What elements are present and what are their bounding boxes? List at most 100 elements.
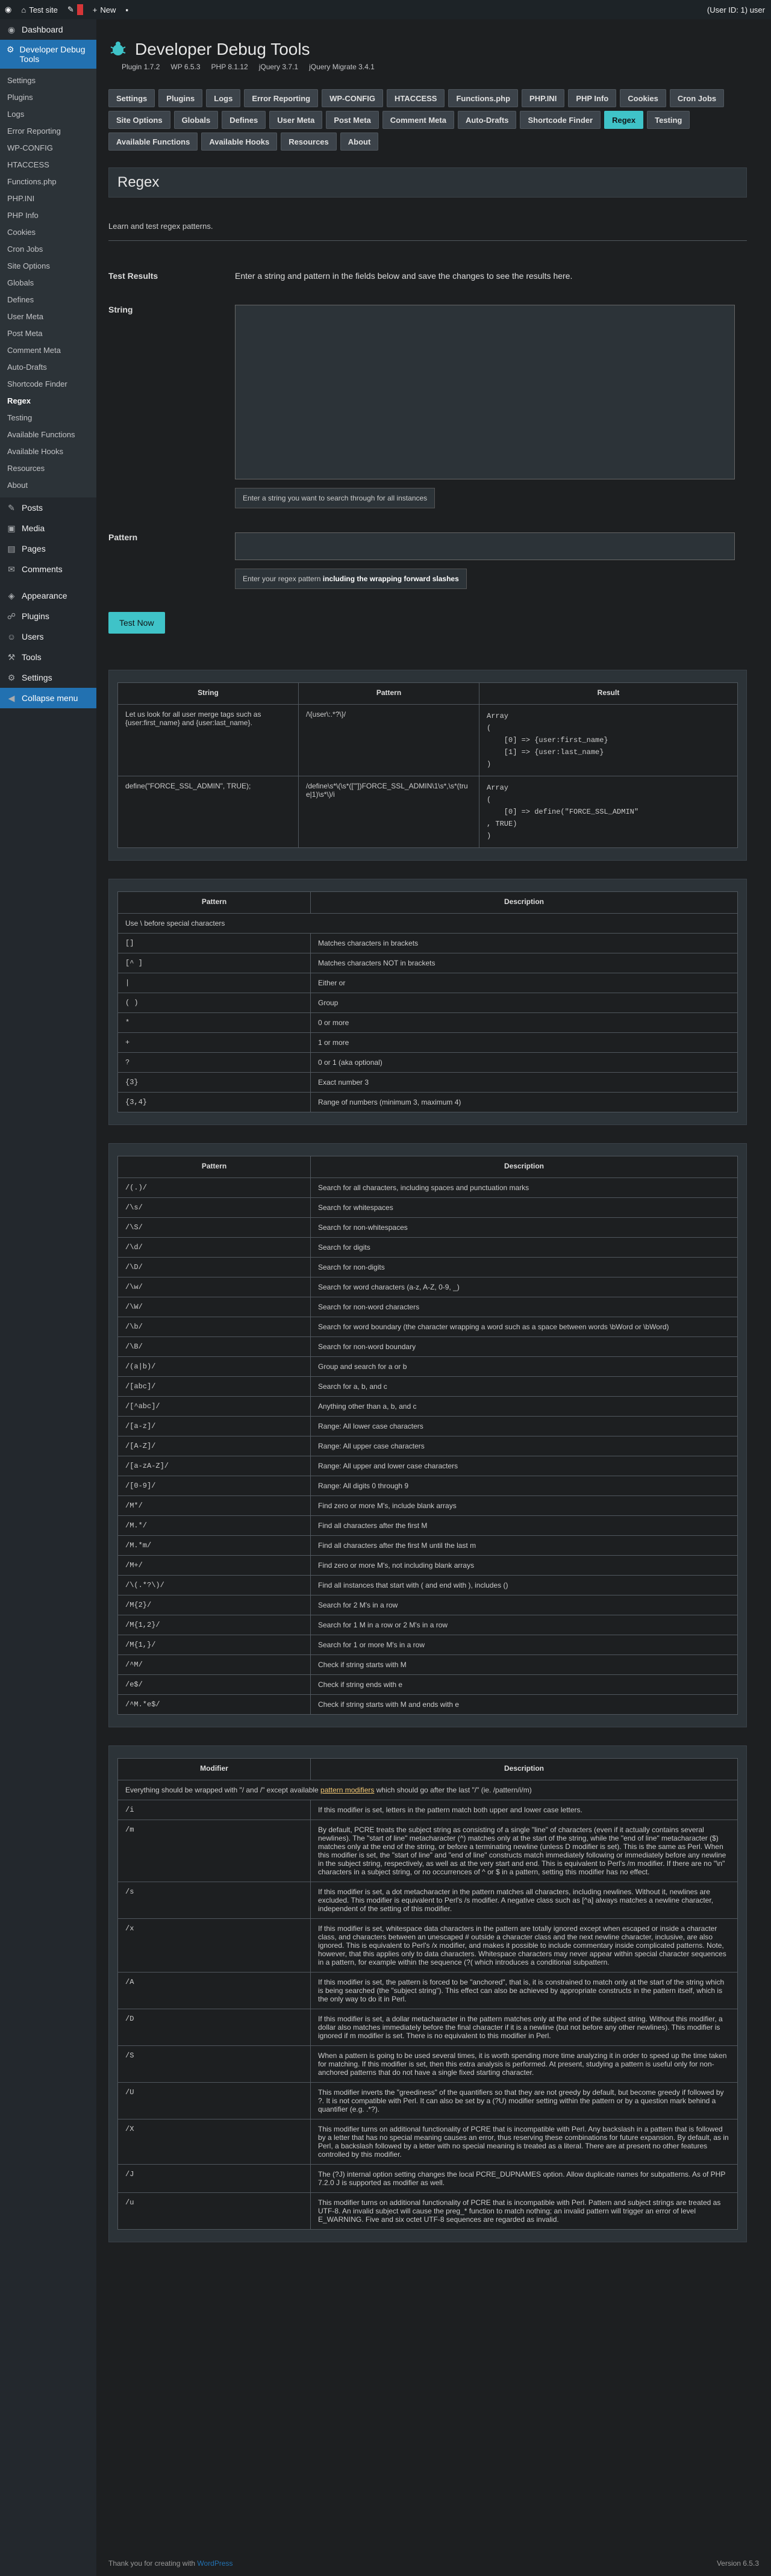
comments-link[interactable]: ✎: [63, 0, 88, 19]
sidebar-item-pages[interactable]: ▤ Pages: [0, 538, 96, 559]
tab-post-meta[interactable]: Post Meta: [326, 111, 379, 129]
sidebar-item-tools[interactable]: ⚒ Tools: [0, 647, 96, 667]
table-cell: Check if string ends with e: [310, 1674, 738, 1695]
collapse-menu-button[interactable]: ◀ Collapse menu: [0, 688, 96, 708]
table-cell: The (?J) internal option setting changes…: [310, 2164, 738, 2193]
sidebar-subitem-available-hooks[interactable]: Available Hooks: [0, 443, 96, 460]
debug-icon[interactable]: ▪: [120, 0, 133, 19]
table-row: /\W/Search for non-word characters: [117, 1297, 738, 1317]
tab-comment-meta[interactable]: Comment Meta: [382, 111, 454, 129]
table-cell: /D: [117, 2009, 311, 2046]
tab-resources[interactable]: Resources: [281, 133, 337, 151]
sidebar-subitem-testing[interactable]: Testing: [0, 410, 96, 426]
tab-htaccess[interactable]: HTACCESS: [386, 89, 445, 107]
sidebar-subitem-logs[interactable]: Logs: [0, 106, 96, 123]
table-row: /[a-z]/Range: All lower case characters: [117, 1416, 738, 1436]
tab-auto-drafts[interactable]: Auto-Drafts: [457, 111, 517, 129]
tab-testing[interactable]: Testing: [647, 111, 690, 129]
sidebar-subitem-shortcode-finder[interactable]: Shortcode Finder: [0, 376, 96, 393]
user-account[interactable]: (User ID: 1) user: [702, 0, 771, 19]
tab-shortcode-finder[interactable]: Shortcode Finder: [520, 111, 601, 129]
sidebar-subitem-defines[interactable]: Defines: [0, 292, 96, 308]
tab-site-options[interactable]: Site Options: [108, 111, 170, 129]
sidebar-subitem-functions-php[interactable]: Functions.php: [0, 173, 96, 190]
tab-settings[interactable]: Settings: [108, 89, 155, 107]
string-textarea[interactable]: [235, 305, 735, 479]
plugin-title: Developer Debug Tools: [135, 40, 310, 58]
sidebar-subitem-site-options[interactable]: Site Options: [0, 258, 96, 275]
tab-cookies[interactable]: Cookies: [620, 89, 666, 107]
table-row: /\s/Search for whitespaces: [117, 1197, 738, 1218]
tab-regex[interactable]: Regex: [604, 111, 644, 129]
tab-available-functions[interactable]: Available Functions: [108, 133, 198, 151]
sidebar-subitem-auto-drafts[interactable]: Auto-Drafts: [0, 359, 96, 376]
table-cell: /u: [117, 2192, 311, 2230]
sidebar-item-posts[interactable]: ✎ Posts: [0, 497, 96, 518]
pattern-input[interactable]: [235, 532, 735, 560]
pattern-hint: Enter your regex pattern including the w…: [235, 569, 467, 589]
sidebar-item-media[interactable]: ▣ Media: [0, 518, 96, 538]
pages-icon: ▤: [7, 543, 16, 554]
comments-icon: ✉: [8, 564, 15, 574]
sidebar-subitem-comment-meta[interactable]: Comment Meta: [0, 342, 96, 359]
sidebar-subitem-php-ini[interactable]: PHP.INI: [0, 190, 96, 207]
sidebar-subitem-plugins[interactable]: Plugins: [0, 89, 96, 106]
table-cell: /[a-z]/: [117, 1416, 311, 1436]
table-cell: /M.*m/: [117, 1535, 311, 1556]
tab-plugins[interactable]: Plugins: [158, 89, 203, 107]
sidebar-subitem-post-meta[interactable]: Post Meta: [0, 325, 96, 342]
comment-count-badge: [76, 4, 83, 15]
sidebar-subitem-wp-config[interactable]: WP-CONFIG: [0, 140, 96, 157]
sidebar-subitem-resources[interactable]: Resources: [0, 460, 96, 477]
sidebar-item-plugins[interactable]: ☍ Plugins: [0, 606, 96, 626]
table-cell: Matches characters NOT in brackets: [310, 953, 738, 973]
sidebar-subitem-error-reporting[interactable]: Error Reporting: [0, 123, 96, 140]
tab-functions-php[interactable]: Functions.php: [448, 89, 519, 107]
wordpress-icon: ◉: [5, 5, 12, 14]
sidebar-subitem-cookies[interactable]: Cookies: [0, 224, 96, 241]
table-row: /\w/Search for word characters (a-z, A-Z…: [117, 1277, 738, 1297]
column-header: Modifier: [117, 1758, 311, 1780]
sidebar-item-users[interactable]: ☺ Users: [0, 626, 96, 647]
table-cell: If this modifier is set, a dollar metach…: [310, 2009, 738, 2046]
tab-defines[interactable]: Defines: [222, 111, 266, 129]
sidebar-subitem-cron-jobs[interactable]: Cron Jobs: [0, 241, 96, 258]
table-cell: [^ ]: [117, 953, 311, 973]
sidebar-item-developer-debug-tools[interactable]: ⚙ Developer Debug Tools: [0, 40, 96, 69]
site-name-link[interactable]: ⌂ Test site: [16, 0, 63, 19]
sidebar-subitem-available-functions[interactable]: Available Functions: [0, 426, 96, 443]
wordpress-link[interactable]: WordPress: [197, 2559, 233, 2568]
sidebar-subitem-php-info[interactable]: PHP Info: [0, 207, 96, 224]
table-row: /M{2}/Search for 2 M's in a row: [117, 1595, 738, 1615]
sidebar-item-dashboard[interactable]: ◉ Dashboard: [0, 19, 96, 40]
tab-php-ini[interactable]: PHP.INI: [522, 89, 565, 107]
sidebar-item-settings[interactable]: ⚙ Settings: [0, 667, 96, 688]
tab-error-reporting[interactable]: Error Reporting: [244, 89, 319, 107]
tab-about[interactable]: About: [340, 133, 379, 151]
tab-cron-jobs[interactable]: Cron Jobs: [669, 89, 725, 107]
sidebar-subitem-globals[interactable]: Globals: [0, 275, 96, 292]
sidebar-subitem-user-meta[interactable]: User Meta: [0, 308, 96, 325]
version-item: jQuery 3.7.1: [258, 63, 299, 71]
sidebar-item-appearance[interactable]: ◈ Appearance: [0, 585, 96, 606]
table-cell: By default, PCRE treats the subject stri…: [310, 1820, 738, 1882]
tab-user-meta[interactable]: User Meta: [269, 111, 323, 129]
sidebar-subitem-about[interactable]: About: [0, 477, 96, 494]
sidebar-subitem-settings[interactable]: Settings: [0, 72, 96, 89]
sidebar-subitem-regex[interactable]: Regex: [0, 393, 96, 410]
tab-globals[interactable]: Globals: [173, 111, 219, 129]
sidebar-subitem-htaccess[interactable]: HTACCESS: [0, 157, 96, 173]
wordpress-logo[interactable]: ◉: [0, 0, 16, 19]
sidebar-item-label: Plugins: [22, 611, 49, 621]
pattern-label: Pattern: [108, 532, 138, 542]
pattern-modifiers-link[interactable]: pattern modifiers: [320, 1786, 374, 1794]
tab-logs[interactable]: Logs: [206, 89, 241, 107]
table-row: /M.*/Find all characters after the first…: [117, 1515, 738, 1536]
column-header: Result: [479, 682, 738, 705]
sidebar-item-comments[interactable]: ✉ Comments: [0, 559, 96, 579]
tab-php-info[interactable]: PHP Info: [568, 89, 617, 107]
tab-available-hooks[interactable]: Available Hooks: [201, 133, 278, 151]
new-content-link[interactable]: + New: [88, 0, 121, 19]
tab-wp-config[interactable]: WP-CONFIG: [322, 89, 383, 107]
test-now-button[interactable]: Test Now: [108, 612, 165, 634]
